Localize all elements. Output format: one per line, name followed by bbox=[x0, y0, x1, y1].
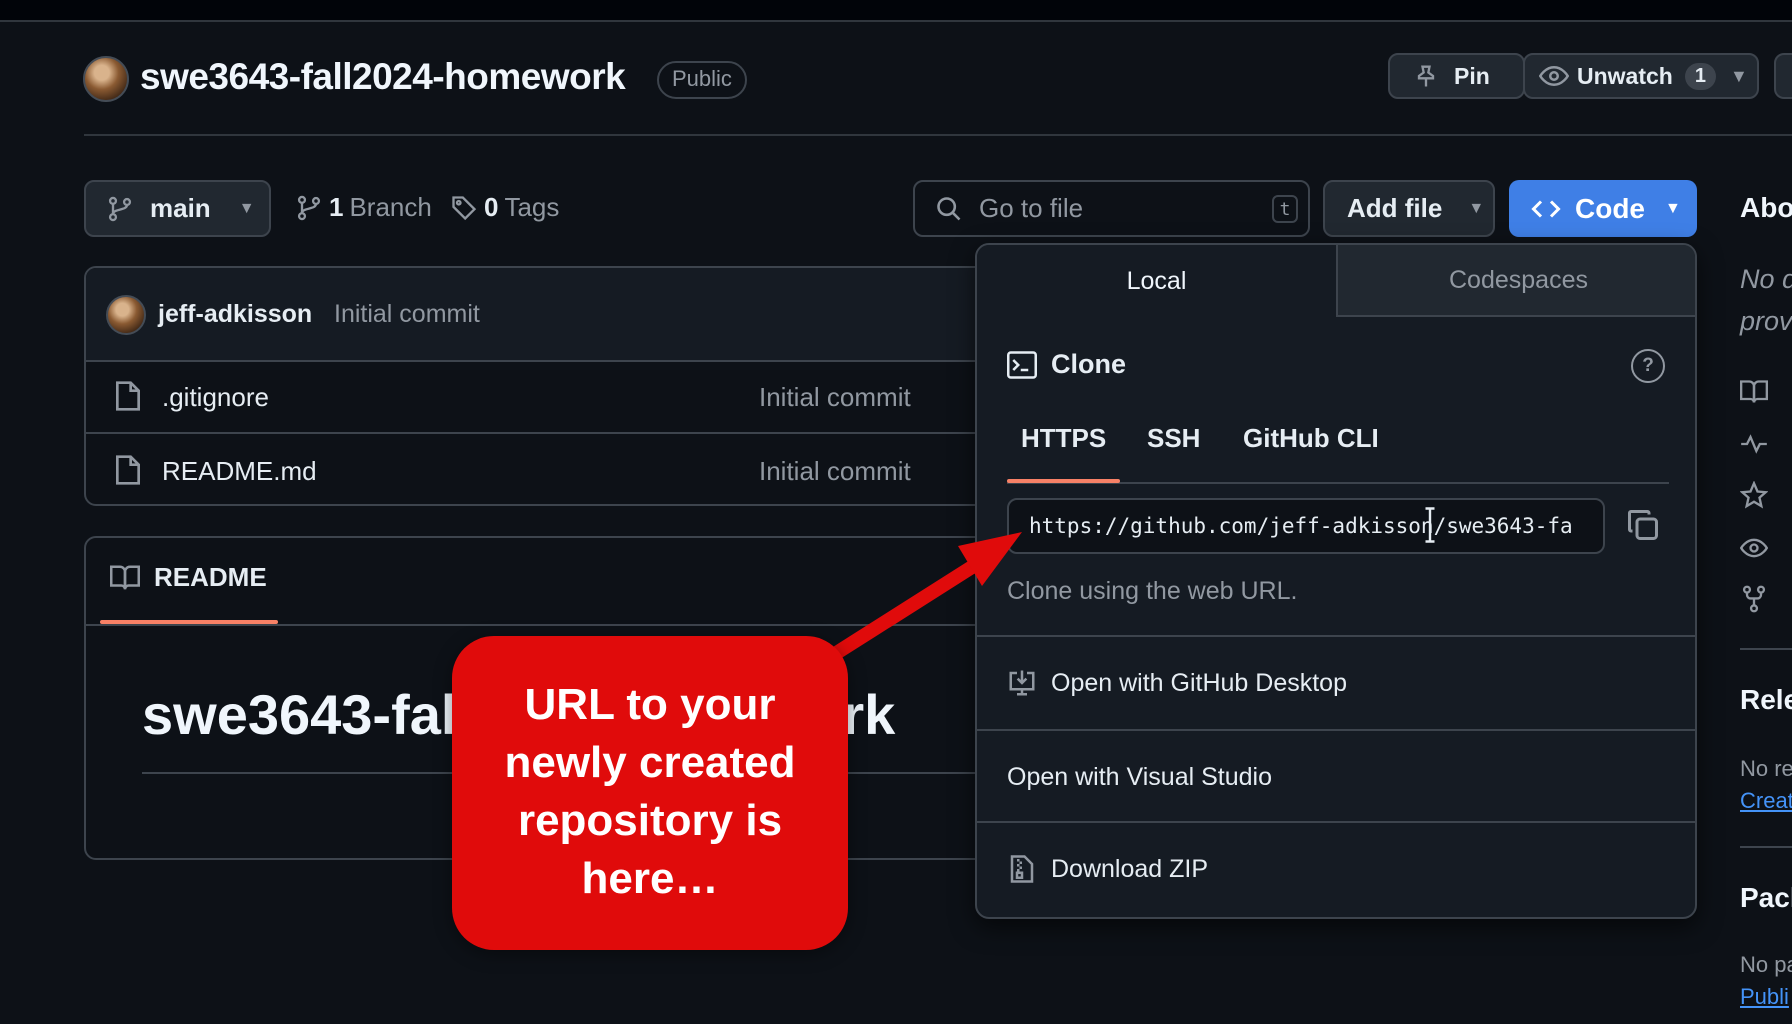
pin-icon bbox=[1417, 65, 1435, 87]
star-icon bbox=[1740, 481, 1768, 509]
branch-icon bbox=[297, 195, 321, 220]
eye-icon bbox=[1539, 65, 1569, 87]
releases-text: No re bbox=[1740, 756, 1792, 781]
clone-title: Clone bbox=[1051, 349, 1127, 379]
clone-heading: Clone bbox=[1007, 349, 1126, 380]
file-name[interactable]: .gitignore bbox=[162, 382, 269, 413]
commit-message[interactable]: Initial commit bbox=[334, 300, 480, 329]
repo-name[interactable]: swe3643-fall2024-homework bbox=[140, 56, 626, 98]
clone-dropdown: Local Codespaces Clone ? HTTPS SSH GitHu… bbox=[975, 243, 1697, 919]
open-github-desktop-label: Open with GitHub Desktop bbox=[1051, 668, 1347, 697]
open-github-desktop[interactable]: Open with GitHub Desktop bbox=[977, 635, 1695, 729]
unwatch-label: Unwatch bbox=[1577, 62, 1673, 89]
about-description-line1: No d bbox=[1740, 264, 1792, 294]
tab-codespaces[interactable]: Codespaces bbox=[1338, 245, 1695, 317]
code-button[interactable]: Code ▼ bbox=[1509, 180, 1697, 237]
protocol-github-cli[interactable]: GitHub CLI bbox=[1243, 423, 1379, 454]
code-label: Code bbox=[1575, 192, 1645, 224]
add-file-label: Add file bbox=[1347, 193, 1443, 223]
branch-count: 1 bbox=[329, 192, 344, 222]
eye-icon bbox=[1740, 538, 1768, 558]
help-icon[interactable]: ? bbox=[1631, 349, 1665, 383]
code-icon bbox=[1531, 199, 1561, 218]
annotation-callout: URL to your newly created repository is … bbox=[452, 636, 848, 950]
file-icon bbox=[116, 455, 140, 485]
latest-commit-row: jeff-adkisson Initial commit bbox=[86, 268, 1082, 362]
commit-author-avatar[interactable] bbox=[106, 295, 146, 335]
sidebar-divider bbox=[1740, 648, 1792, 650]
sidebar-divider bbox=[1740, 846, 1792, 848]
readme-tab[interactable]: README bbox=[110, 562, 267, 593]
readme-tab-label: README bbox=[154, 562, 267, 592]
tag-label: Tags bbox=[504, 192, 560, 222]
fork-icon bbox=[1742, 585, 1766, 613]
watch-count: 1 bbox=[1684, 62, 1716, 90]
header-divider bbox=[84, 134, 1792, 136]
packages-text: No pa bbox=[1740, 952, 1792, 977]
file-table: jeff-adkisson Initial commit .gitignore … bbox=[84, 266, 1084, 506]
readme-divider bbox=[86, 624, 1082, 626]
top-bar bbox=[0, 0, 1792, 22]
chevron-down-icon: ▼ bbox=[1665, 199, 1681, 217]
book-icon bbox=[1740, 380, 1768, 403]
open-visual-studio[interactable]: Open with Visual Studio bbox=[977, 729, 1695, 823]
chevron-down-icon: ▼ bbox=[1729, 65, 1748, 86]
about-heading: Abo bbox=[1740, 192, 1792, 223]
tag-count: 0 bbox=[484, 192, 499, 222]
download-zip-label: Download ZIP bbox=[1051, 854, 1209, 883]
desktop-download-icon bbox=[1009, 670, 1035, 696]
packages-heading[interactable]: Pack bbox=[1740, 882, 1792, 914]
file-commit-message[interactable]: Initial commit bbox=[759, 382, 911, 413]
star-button-partial[interactable] bbox=[1774, 53, 1792, 99]
tag-icon bbox=[452, 195, 477, 220]
commit-author[interactable]: jeff-adkisson bbox=[158, 300, 312, 329]
visibility-badge: Public bbox=[657, 61, 747, 99]
owner-avatar[interactable] bbox=[83, 56, 129, 102]
create-release-link[interactable]: Creat bbox=[1740, 788, 1792, 814]
copy-icon[interactable] bbox=[1625, 507, 1661, 543]
branches-link[interactable]: 1 Branch bbox=[295, 192, 432, 223]
branch-name: main bbox=[150, 193, 211, 223]
terminal-icon bbox=[1007, 350, 1037, 379]
file-row[interactable]: .gitignore Initial commit bbox=[86, 360, 1082, 434]
tab-local[interactable]: Local bbox=[977, 245, 1338, 317]
go-to-file-input[interactable]: Go to file t bbox=[913, 180, 1310, 237]
branch-label: Branch bbox=[349, 192, 432, 222]
protocol-ssh[interactable]: SSH bbox=[1147, 423, 1200, 454]
pulse-icon bbox=[1741, 434, 1767, 454]
branch-icon bbox=[108, 196, 132, 221]
chevron-down-icon: ▼ bbox=[1468, 199, 1485, 217]
file-zip-icon bbox=[1010, 855, 1034, 883]
shortcut-hint: t bbox=[1272, 195, 1298, 223]
clone-hint: Clone using the web URL. bbox=[1007, 577, 1298, 605]
branch-selector[interactable]: main ▼ bbox=[84, 180, 271, 237]
chevron-down-icon: ▼ bbox=[238, 199, 255, 217]
text-cursor-icon bbox=[1425, 507, 1435, 543]
tags-link[interactable]: 0 Tags bbox=[450, 192, 559, 223]
publish-package-link[interactable]: Publi bbox=[1740, 984, 1789, 1010]
add-file-button[interactable]: Add file ▼ bbox=[1323, 180, 1495, 237]
releases-heading[interactable]: Rele bbox=[1740, 684, 1792, 716]
file-icon bbox=[116, 381, 140, 411]
open-visual-studio-label: Open with Visual Studio bbox=[1007, 762, 1272, 791]
clone-tabs: Local Codespaces bbox=[977, 245, 1695, 317]
unwatch-button[interactable]: Unwatch 1 ▼ bbox=[1523, 53, 1759, 99]
file-commit-message[interactable]: Initial commit bbox=[759, 456, 911, 487]
go-to-file-placeholder: Go to file bbox=[979, 193, 1084, 223]
clone-url-field[interactable]: https://github.com/jeff-adkisson/swe3643… bbox=[1007, 498, 1605, 554]
protocol-active-underline bbox=[1007, 479, 1120, 483]
pin-button[interactable]: Pin bbox=[1388, 53, 1525, 99]
book-icon bbox=[110, 565, 140, 589]
about-description-line2: prov bbox=[1740, 306, 1792, 336]
download-zip[interactable]: Download ZIP bbox=[977, 821, 1695, 915]
file-row[interactable]: README.md Initial commit bbox=[86, 434, 1082, 506]
search-icon bbox=[937, 196, 961, 220]
pin-label: Pin bbox=[1454, 62, 1490, 89]
protocol-https[interactable]: HTTPS bbox=[1021, 423, 1106, 454]
file-name[interactable]: README.md bbox=[162, 456, 317, 487]
